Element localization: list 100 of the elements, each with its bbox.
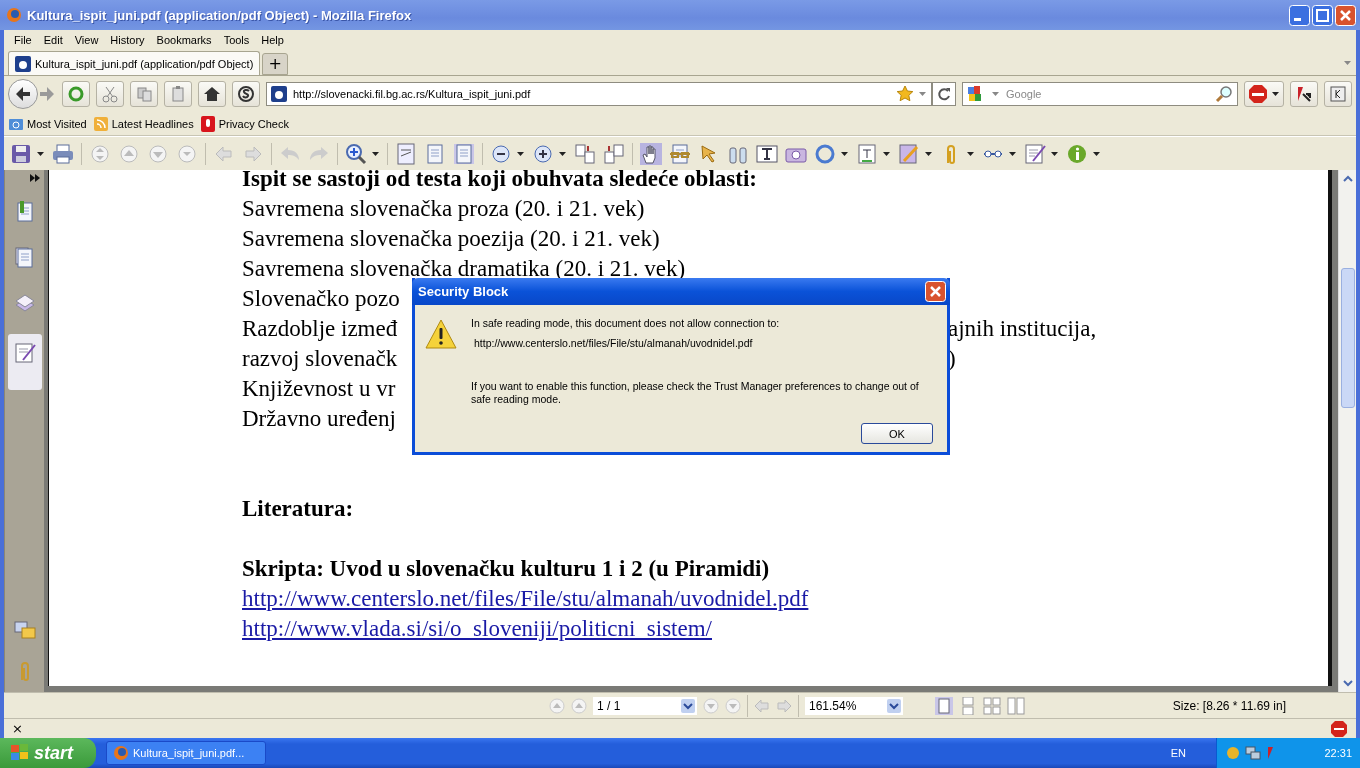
caret-icon[interactable] (1008, 150, 1017, 157)
glasses-icon[interactable] (669, 142, 691, 165)
document-text: Savremena slovenačka poezija (20. i 21. vek) (242, 226, 660, 251)
text-select-icon[interactable] (756, 142, 778, 165)
scrollbar[interactable] (1338, 170, 1356, 692)
fit-width-icon[interactable] (453, 142, 475, 165)
zoom-out-icon[interactable] (490, 142, 512, 165)
taskbar-button[interactable]: Kultura_ispit_juni.pdf... (106, 741, 266, 765)
ok-button[interactable]: OK (861, 423, 933, 444)
browser-logo-icon (113, 745, 129, 761)
signature-icon[interactable] (13, 342, 36, 364)
first-page-icon[interactable] (549, 697, 565, 714)
caret-icon[interactable] (882, 150, 891, 157)
comments-icon[interactable] (13, 620, 36, 642)
save-icon[interactable] (10, 142, 32, 165)
search-bar[interactable]: Google (962, 82, 1238, 106)
document-link[interactable]: http://www.vlada.si/si/o_sloveniji/politicni_sistem/ (242, 616, 712, 641)
keyboard-button[interactable] (1324, 81, 1352, 107)
double-arrow-icon[interactable] (30, 174, 40, 182)
caret-icon[interactable] (371, 150, 380, 157)
last-page-icon[interactable] (725, 697, 741, 714)
stop-sign-icon[interactable] (1330, 719, 1348, 738)
clock: 22:31 (1324, 747, 1352, 759)
reload-button[interactable] (932, 82, 956, 106)
key-icon (1328, 84, 1348, 104)
pages-icon[interactable] (603, 142, 625, 165)
zoom-field[interactable]: 161.54% (805, 696, 903, 715)
adblock-button[interactable] (1244, 81, 1284, 107)
s-button[interactable] (232, 81, 260, 107)
new-tab-button[interactable]: + (262, 53, 289, 75)
maximize-icon[interactable] (1312, 4, 1333, 26)
page-size: Size: [8.26 * 11.69 in] (1172, 698, 1286, 713)
first-page-icon[interactable] (89, 142, 111, 165)
bookmark-item[interactable]: Latest Headlines (92, 115, 194, 132)
bookmark-item[interactable]: Most Visited (8, 115, 87, 132)
back-arrow-icon (14, 86, 32, 102)
tray-app-icon[interactable] (1225, 745, 1241, 761)
scrollbar-thumb[interactable] (1340, 268, 1355, 408)
pages-icon[interactable] (13, 247, 36, 269)
two-pages-icon[interactable] (1007, 696, 1025, 715)
address-bar[interactable]: http://slovenacki.fil.bg.ac.rs/Kultura_ispit_juni.pdf (266, 82, 932, 106)
caret-icon[interactable] (840, 150, 849, 157)
menu-item[interactable]: Edit (37, 34, 69, 46)
caret-icon[interactable] (1050, 150, 1059, 157)
close-button[interactable]: × (8, 721, 27, 736)
document-text: razvoj slovenačk (242, 345, 398, 373)
facing-pages-icon[interactable] (983, 696, 1001, 715)
antivirus-button[interactable] (1290, 81, 1318, 107)
close-icon[interactable] (925, 281, 946, 302)
clipboard-button[interactable] (164, 81, 192, 107)
menu-item[interactable]: Bookmarks (150, 34, 218, 46)
bookmark-item[interactable]: Privacy Check (199, 115, 289, 132)
copy-button[interactable] (130, 81, 158, 107)
menu-item[interactable]: Tools (217, 34, 256, 46)
browser-tab[interactable]: Kultura_ispit_juni.pdf (application/pdf Object) (8, 51, 261, 75)
continuous-pages-icon[interactable] (959, 696, 977, 715)
document-text: ) (948, 345, 956, 373)
minimize-icon[interactable] (1289, 4, 1310, 26)
caret-icon (1271, 91, 1280, 97)
menu-item[interactable]: History (104, 34, 151, 46)
menu-item[interactable]: View (68, 34, 105, 46)
menu-item[interactable]: Help (255, 34, 290, 46)
actual-size-icon[interactable] (395, 142, 417, 165)
back-button[interactable] (8, 79, 38, 109)
document-text: Književnost u vr (242, 376, 396, 401)
scissors-icon (100, 84, 120, 104)
dialog-hint: If you want to enable this function, please check the Trust Manager preferences to change out of safe reading mode. (471, 380, 920, 406)
pages-icon[interactable] (574, 142, 596, 165)
caret-icon[interactable] (924, 150, 933, 157)
page-icon (271, 86, 287, 102)
single-page-icon[interactable] (935, 696, 953, 715)
document-link[interactable]: http://www.centerslo.net/files/File/stu/almanah/uvodnidel.pdf (242, 586, 809, 611)
caret-icon[interactable] (1092, 150, 1101, 157)
zoom-in-icon[interactable] (532, 142, 554, 165)
signature-icon[interactable] (1024, 142, 1046, 165)
search-icon[interactable] (1215, 85, 1233, 103)
language-indicator[interactable]: EN (1170, 747, 1186, 759)
caret-icon[interactable] (36, 150, 45, 157)
star-icon[interactable] (896, 85, 914, 103)
dialog-title: Security Block (418, 284, 509, 299)
close-icon[interactable] (1335, 4, 1356, 26)
dialog-message: In safe reading mode, this document does not allow connection to: (471, 317, 781, 330)
network-icon[interactable] (1245, 745, 1261, 761)
page-icon (15, 55, 31, 72)
printer-icon[interactable] (52, 142, 74, 165)
menu-item[interactable]: File (8, 34, 38, 46)
last-page-icon[interactable] (176, 142, 198, 165)
magnifier-icon[interactable] (345, 142, 367, 165)
home-icon (202, 84, 222, 104)
hand-icon[interactable] (640, 142, 662, 165)
fit-page-icon[interactable] (424, 142, 446, 165)
reload-button[interactable] (62, 81, 90, 107)
home-button[interactable] (198, 81, 226, 107)
page-number-field[interactable]: 1 / 1 (593, 696, 697, 715)
caret-icon[interactable] (558, 150, 567, 157)
caret-icon[interactable] (966, 150, 975, 157)
scissors-button[interactable] (96, 81, 124, 107)
caret-icon[interactable] (516, 150, 525, 157)
stop-sign-icon (1248, 84, 1270, 104)
forward-arrow-icon[interactable] (38, 86, 56, 102)
